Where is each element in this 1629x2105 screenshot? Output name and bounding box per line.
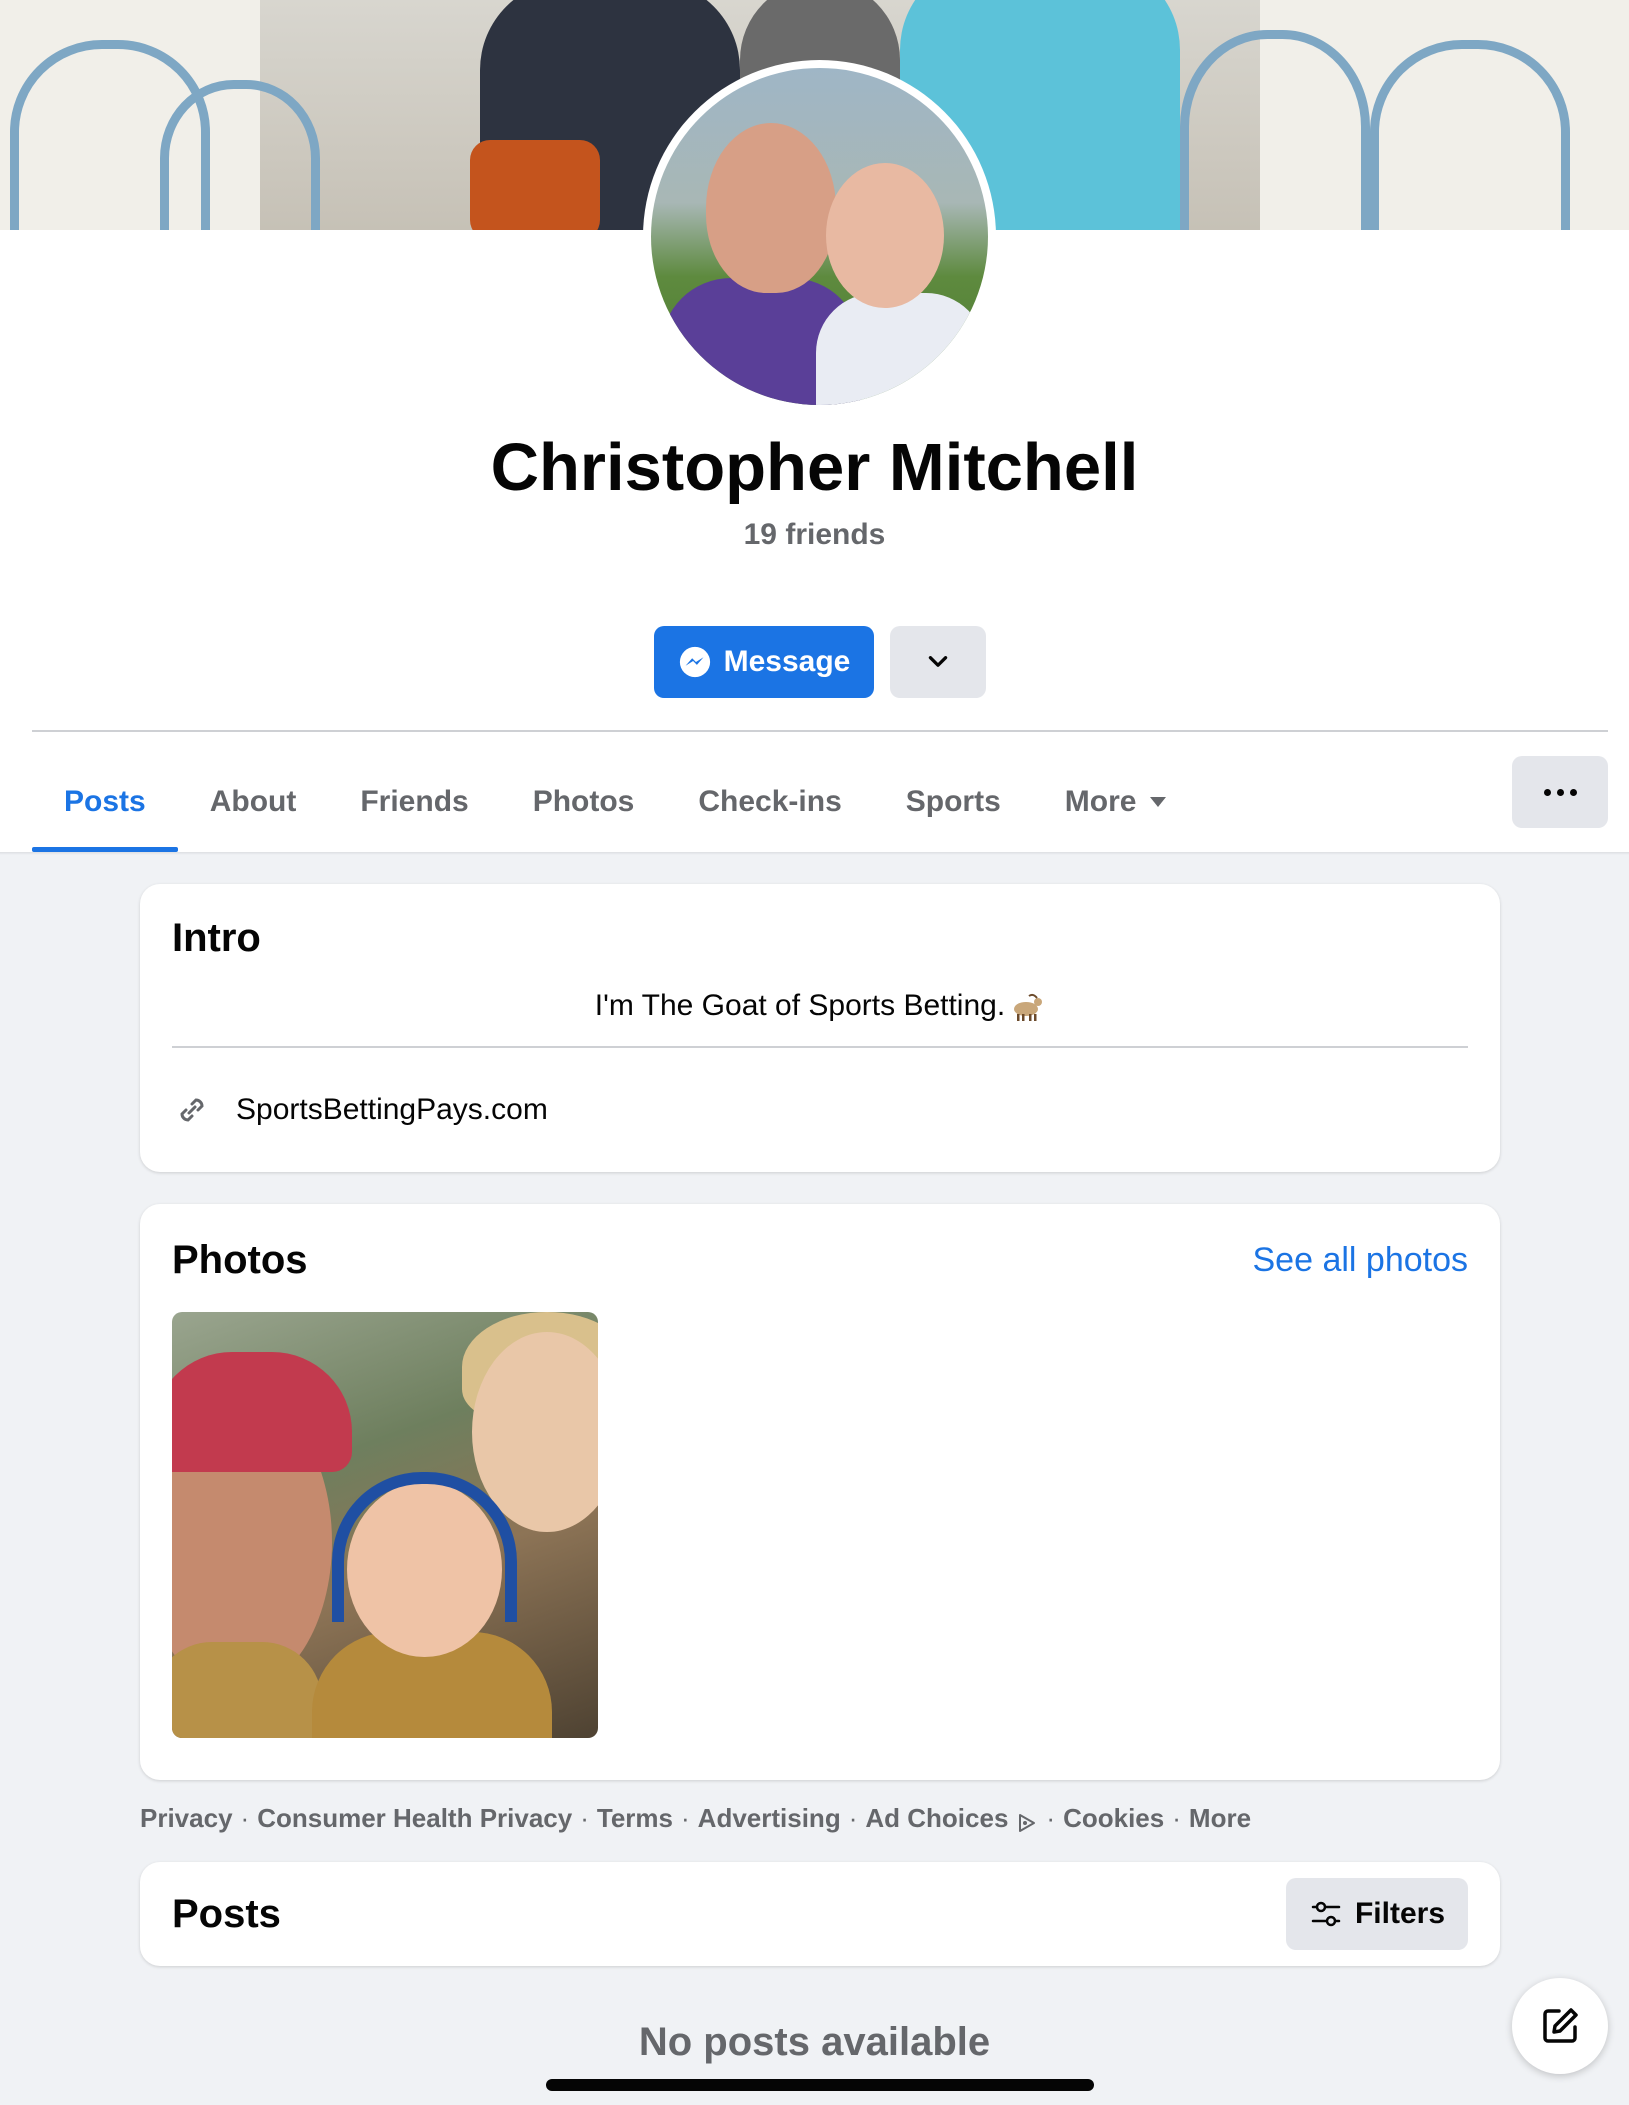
link-icon <box>180 1098 204 1122</box>
tab-label: Friends <box>360 785 469 818</box>
footer-separator: · <box>1172 1803 1181 1833</box>
footer-link-ad-choices[interactable]: Ad Choices <box>865 1800 1008 1836</box>
see-all-photos-link[interactable]: See all photos <box>1253 1236 1469 1284</box>
cover-scene-chair <box>160 80 320 230</box>
filters-label: Filters <box>1354 1897 1446 1930</box>
cover-scene-skirt <box>470 140 600 230</box>
intro-bio: I'm The Goat of Sports Betting. <box>140 986 1500 1026</box>
avatar[interactable] <box>651 68 988 405</box>
tab-sports[interactable]: Sports <box>874 752 1033 852</box>
footer-separator: · <box>681 1803 690 1833</box>
more-dots-icon <box>1543 788 1551 796</box>
caret-down-icon <box>1150 797 1167 807</box>
messenger-icon <box>679 646 710 678</box>
cover-scene-chair <box>1370 40 1570 230</box>
intro-card: Intro I'm The Goat of Sports Betting. Sp… <box>140 884 1500 1172</box>
home-indicator[interactable] <box>546 2079 1094 2091</box>
footer-link-advertising[interactable]: Advertising <box>698 1800 841 1836</box>
tab-label: Check-ins <box>698 785 842 818</box>
tab-posts[interactable]: Posts <box>32 752 178 852</box>
posts-card: Posts Filters <box>140 1862 1500 1966</box>
no-posts-message: No posts available <box>638 2020 991 2064</box>
bio-text: I'm The Goat of Sports Betting. <box>594 989 1006 1022</box>
avatar-scene <box>816 293 986 405</box>
intro-title: Intro <box>172 916 261 960</box>
compose-icon <box>1543 2008 1578 2043</box>
tab-check-ins[interactable]: Check-ins <box>666 752 873 852</box>
footer-separator: · <box>580 1803 589 1833</box>
tab-label: Posts <box>64 785 146 818</box>
message-button-label: Message <box>723 645 851 678</box>
avatar-scene <box>706 123 836 293</box>
posts-title: Posts <box>172 1892 281 1936</box>
filters-button[interactable]: Filters <box>1286 1878 1468 1950</box>
website-text: SportsBettingPays.com <box>236 1093 548 1126</box>
tab-about[interactable]: About <box>178 752 329 852</box>
friends-count[interactable]: 19 friends <box>0 517 1629 553</box>
footer-link-privacy[interactable]: Privacy <box>140 1800 233 1836</box>
tab-label: About <box>209 785 297 818</box>
profile-header: Christopher Mitchell 19 friends Message … <box>0 0 1629 852</box>
footer-link-consumer-health-privacy[interactable]: Consumer Health Privacy <box>257 1800 572 1836</box>
footer-link-terms[interactable]: Terms <box>597 1800 673 1836</box>
message-button[interactable]: Message <box>654 626 874 698</box>
website-link[interactable]: SportsBettingPays.com <box>172 1090 548 1130</box>
photo-thumbnail[interactable] <box>172 1312 598 1738</box>
tab-label: Photos <box>532 785 635 818</box>
avatar-scene <box>826 163 944 308</box>
tab-photos[interactable]: Photos <box>501 752 667 852</box>
footer-separator: · <box>848 1803 858 1833</box>
photo-scene <box>172 1352 352 1472</box>
tab-friends[interactable]: Friends <box>328 752 500 852</box>
header-shadow <box>0 852 1629 855</box>
cover-scene-chair <box>1180 30 1370 230</box>
footer-separator: · <box>240 1803 250 1833</box>
profile-more-options-button[interactable] <box>1512 756 1608 828</box>
divider <box>32 730 1608 732</box>
profile-tabs: Posts About Friends Photos Check-ins Spo… <box>32 752 1198 852</box>
divider <box>172 1046 1468 1048</box>
footer-links: Privacy · Consumer Health Privacy · Term… <box>140 1800 1251 1836</box>
footer-link-cookies[interactable]: Cookies <box>1063 1800 1164 1836</box>
filters-icon <box>1311 1901 1341 1927</box>
goat-emoji-icon <box>1014 993 1043 1022</box>
ad-choices-icon[interactable] <box>1016 1812 1038 1834</box>
compose-button[interactable] <box>1512 1978 1608 2074</box>
profile-dropdown-button[interactable] <box>890 626 986 698</box>
tab-label: More <box>1064 785 1137 818</box>
photos-title: Photos <box>172 1238 308 1282</box>
tab-label: Sports <box>905 785 1001 818</box>
profile-name: Christopher Mitchell <box>490 430 1139 505</box>
footer-link-more[interactable]: More <box>1189 1800 1251 1836</box>
chevron-down-icon <box>928 656 948 667</box>
footer-separator: · <box>1046 1803 1056 1833</box>
tab-more[interactable]: More <box>1033 752 1199 852</box>
more-dots-icon <box>1569 788 1577 796</box>
photo-scene <box>172 1642 322 1738</box>
more-dots-icon <box>1556 788 1564 796</box>
photos-card: Photos See all photos <box>140 1204 1500 1780</box>
